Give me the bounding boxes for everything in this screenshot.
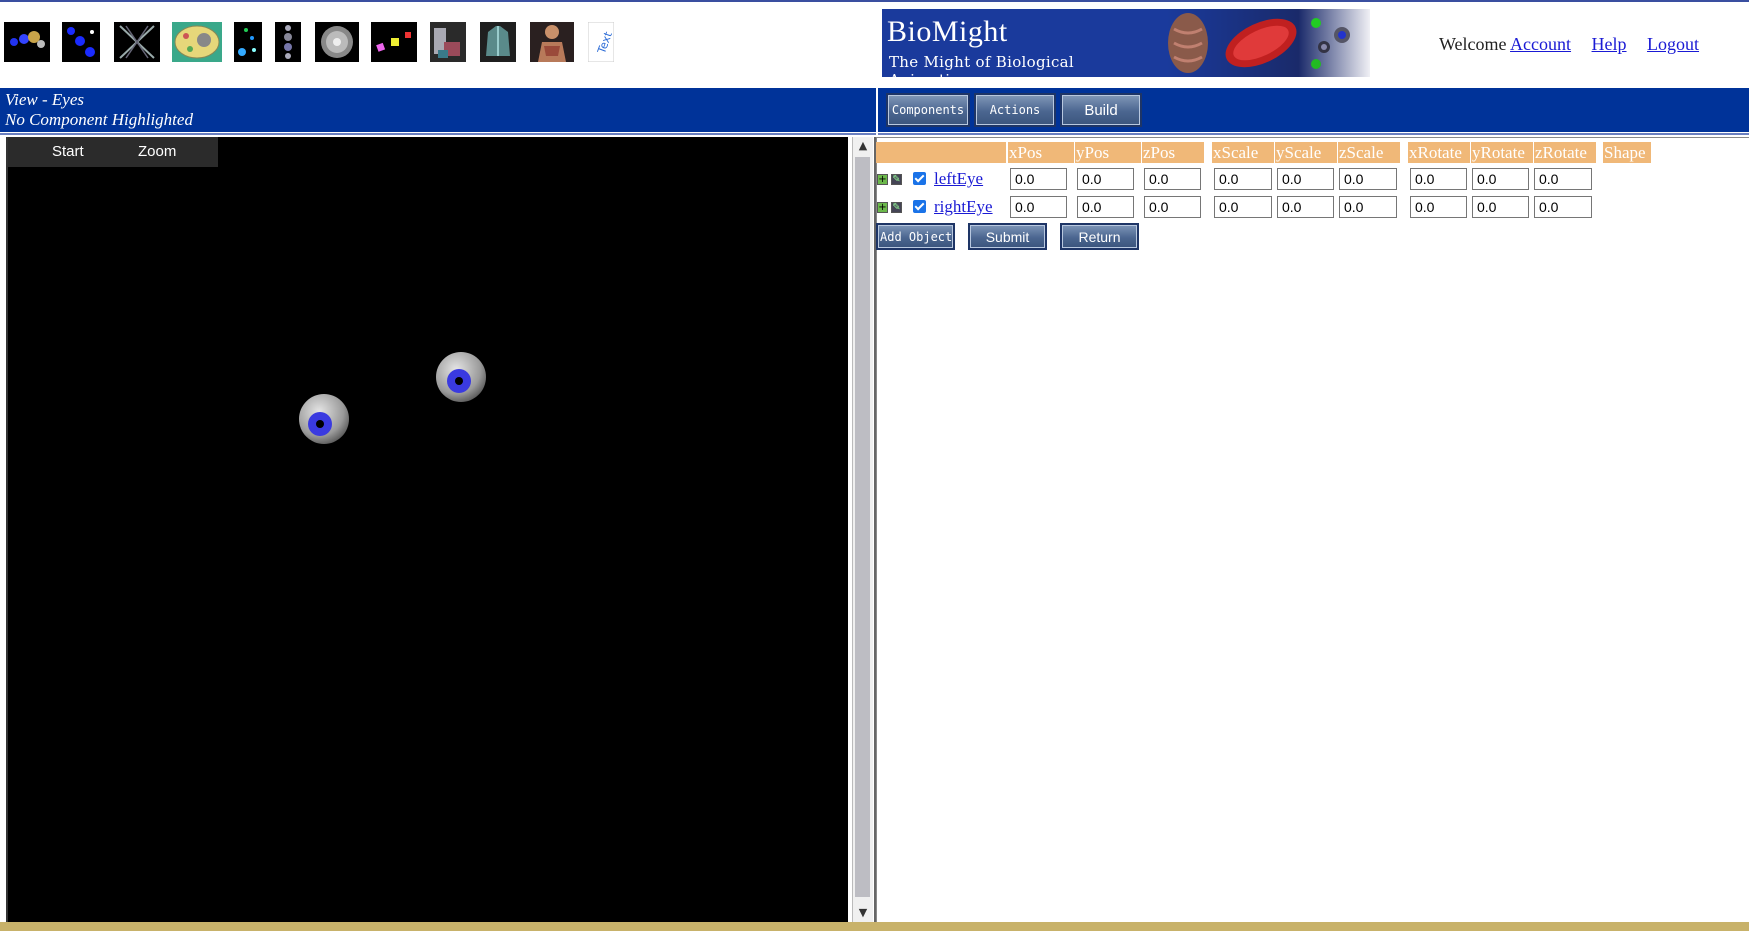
submit-button[interactable]: Submit [968,223,1047,250]
left-eye-xrotate-input[interactable] [1410,168,1467,190]
viewer-toolbar: Start Zoom [8,137,218,167]
header-zpos: zPos [1142,142,1204,163]
top-border [0,0,1749,2]
right-eye-xrotate-input[interactable] [1410,196,1467,218]
scroll-thumb[interactable] [855,157,870,897]
text-thumbnail[interactable]: Text [588,22,614,62]
atom-thumbnail[interactable] [4,22,50,62]
sphere-thumbnail[interactable] [315,22,359,62]
right-eye-xscale-input[interactable] [1214,196,1272,218]
header-xscale: xScale [1212,142,1274,163]
table-header-name [876,142,1006,163]
particles-thumbnail[interactable] [234,22,262,62]
right-eye-zscale-input[interactable] [1339,196,1397,218]
molecule-thumbnail[interactable] [62,22,100,62]
chain-thumbnail[interactable] [275,22,301,62]
viewer-scrollbar[interactable]: ▲ ▼ [852,137,873,922]
header-divider-left [0,133,876,135]
header-divider-right [878,133,1749,135]
left-eye-ypos-input[interactable] [1077,168,1134,190]
user-links: Welcome Account Help Logout [1439,34,1699,55]
human-body-thumbnail[interactable] [530,22,574,62]
left-eye-link[interactable]: leftEye [934,169,983,189]
edit-icon[interactable]: ✎ [891,174,902,185]
banner-text-area: BioMight The Might of Biological Animati… [882,9,1166,77]
header-ypos: yPos [1075,142,1141,163]
right-eye-zpos-input[interactable] [1144,196,1201,218]
left-eye-zpos-input[interactable] [1144,168,1201,190]
left-eye-yscale-input[interactable] [1277,168,1334,190]
3d-viewer[interactable]: Start Zoom [6,137,848,922]
header-shape: Shape [1603,142,1651,163]
component-panel [876,137,1749,923]
components-button[interactable]: Components [886,93,970,127]
expand-icon[interactable]: + [877,174,888,185]
dna-helix-thumbnail[interactable] [114,22,160,62]
right-eye-zrotate-input[interactable] [1534,196,1592,218]
header-xrotate: xRotate [1408,142,1470,163]
view-header: View - Eyes No Component Highlighted [0,88,876,132]
right-eye-yscale-input[interactable] [1277,196,1334,218]
header-yrotate: yRotate [1471,142,1533,163]
bottom-border [0,922,1749,931]
right-eye-model[interactable] [434,350,488,404]
banner-artwork [1166,9,1370,77]
left-eye-yrotate-input[interactable] [1472,168,1529,190]
return-button[interactable]: Return [1060,223,1139,250]
banner-title: BioMight [887,15,1008,48]
view-title: View - Eyes [5,90,84,109]
blocks-thumbnail[interactable] [371,22,417,62]
left-eye-zrotate-input[interactable] [1534,168,1592,190]
header-zrotate: zRotate [1534,142,1596,163]
edit-icon[interactable]: ✎ [891,202,902,213]
header-yscale: yScale [1275,142,1337,163]
welcome-text: Welcome [1439,34,1507,54]
left-eye-xpos-input[interactable] [1010,168,1067,190]
scroll-down-arrow-icon[interactable]: ▼ [853,904,873,922]
left-eye-model[interactable] [297,392,351,446]
biomight-banner: BioMight The Might of Biological Animati… [882,9,1370,77]
right-eye-visibility-checkbox[interactable] [913,200,926,213]
right-eye-yrotate-input[interactable] [1472,196,1529,218]
view-status: No Component Highlighted [5,110,193,129]
toolbar: Components Actions Build [878,88,1749,132]
actions-button[interactable]: Actions [974,93,1056,127]
start-button[interactable]: Start [52,143,84,160]
right-eye-link[interactable]: rightEye [934,197,993,217]
left-eye-visibility-checkbox[interactable] [913,172,926,185]
right-eye-xpos-input[interactable] [1010,196,1067,218]
organ-thumbnail[interactable] [480,22,516,62]
scroll-up-arrow-icon[interactable]: ▲ [853,137,873,155]
cell-thumbnail[interactable] [172,22,222,62]
help-link[interactable]: Help [1592,34,1627,54]
banner-tagline: The Might of Biological Animations [889,53,1074,77]
add-object-button[interactable]: Add Object [876,223,955,250]
tissue-thumbnail[interactable] [430,22,466,62]
header-zscale: zScale [1338,142,1400,163]
build-button[interactable]: Build [1060,93,1142,127]
expand-icon[interactable]: + [877,202,888,213]
right-eye-ypos-input[interactable] [1077,196,1134,218]
left-eye-xscale-input[interactable] [1214,168,1272,190]
zoom-button[interactable]: Zoom [138,143,176,160]
left-eye-zscale-input[interactable] [1339,168,1397,190]
logout-link[interactable]: Logout [1647,34,1699,54]
header-xpos: xPos [1008,142,1074,163]
account-link[interactable]: Account [1510,34,1571,54]
